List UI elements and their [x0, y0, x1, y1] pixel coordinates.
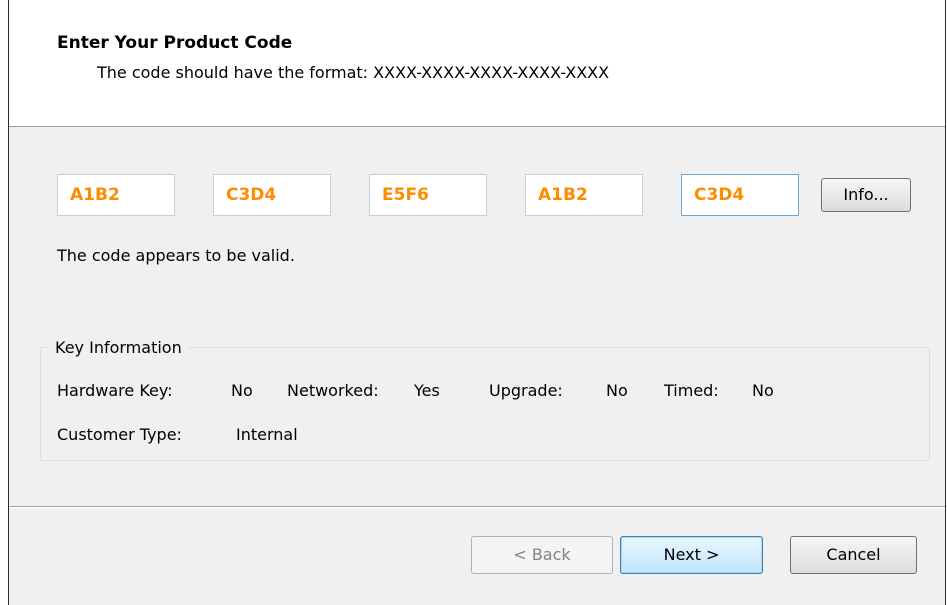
upgrade-value: No: [606, 381, 628, 400]
hardware-key-value: No: [231, 381, 253, 400]
customer-type-value: Internal: [236, 425, 298, 444]
dialog-header: Enter Your Product Code The code should …: [9, 0, 945, 127]
info-button[interactable]: Info...: [821, 178, 911, 212]
timed-value: No: [752, 381, 774, 400]
code-field-3[interactable]: E5F6: [369, 174, 487, 216]
footer-divider: [9, 506, 945, 508]
code-field-4[interactable]: A1B2: [525, 174, 643, 216]
product-code-dialog: Enter Your Product Code The code should …: [8, 0, 946, 605]
code-field-1[interactable]: A1B2: [57, 174, 175, 216]
timed-label: Timed:: [664, 381, 719, 400]
format-hint: The code should have the format: XXXX-XX…: [97, 63, 610, 82]
status-message: The code appears to be valid.: [57, 246, 295, 265]
code-field-2[interactable]: C3D4: [213, 174, 331, 216]
key-information-legend: Key Information: [49, 338, 188, 357]
networked-value: Yes: [414, 381, 440, 400]
upgrade-label: Upgrade:: [489, 381, 563, 400]
next-button[interactable]: Next >: [620, 536, 763, 574]
page-title: Enter Your Product Code: [57, 33, 293, 53]
customer-type-label: Customer Type:: [57, 425, 182, 444]
cancel-button[interactable]: Cancel: [790, 536, 917, 574]
code-field-5[interactable]: C3D4: [681, 174, 799, 216]
back-button[interactable]: < Back: [471, 536, 613, 574]
hardware-key-label: Hardware Key:: [57, 381, 173, 400]
networked-label: Networked:: [287, 381, 379, 400]
